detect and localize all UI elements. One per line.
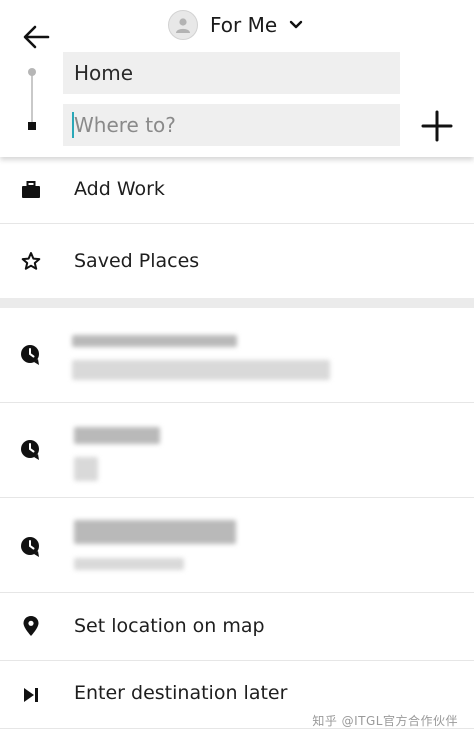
recent-place-address xyxy=(72,360,330,380)
recent-place-title xyxy=(72,335,237,347)
history-clock-icon xyxy=(20,536,42,558)
history-clock-icon xyxy=(20,344,42,366)
recent-place-title xyxy=(74,520,236,544)
text-cursor xyxy=(72,112,74,138)
set-location-on-map-label: Set location on map xyxy=(74,615,265,637)
chevron-down-icon xyxy=(289,20,303,29)
pickup-value: Home xyxy=(74,61,134,85)
add-stop-icon[interactable] xyxy=(420,109,454,143)
recent-place-row[interactable] xyxy=(0,403,474,497)
map-pin-icon xyxy=(20,615,42,637)
set-location-on-map-row[interactable]: Set location on map xyxy=(0,593,474,660)
rider-selector[interactable]: For Me xyxy=(168,8,303,42)
destination-square-icon xyxy=(28,122,36,130)
recent-place-row[interactable] xyxy=(0,498,474,592)
destination-field[interactable] xyxy=(63,104,400,146)
header: For Me Home xyxy=(0,0,474,157)
enter-destination-later-label: Enter destination later xyxy=(74,682,288,704)
recent-place-address xyxy=(74,558,184,570)
add-work-label: Add Work xyxy=(74,178,165,200)
rider-label: For Me xyxy=(210,13,278,37)
star-icon xyxy=(20,250,42,272)
recent-place-address xyxy=(74,457,98,481)
pickup-field[interactable]: Home xyxy=(63,52,400,94)
history-clock-icon xyxy=(20,439,42,461)
back-arrow-icon[interactable] xyxy=(20,22,52,52)
pickup-dot-icon xyxy=(28,68,36,76)
destination-input[interactable] xyxy=(74,104,400,146)
saved-places-label: Saved Places xyxy=(74,250,200,272)
saved-places-row[interactable]: Saved Places xyxy=(0,224,474,298)
add-work-row[interactable]: Add Work xyxy=(0,157,474,223)
watermark: 知乎 @ITGL官方合作伙伴 xyxy=(312,714,458,728)
skip-forward-icon xyxy=(20,684,42,706)
route-line xyxy=(31,70,33,126)
avatar-icon xyxy=(168,10,198,40)
section-separator xyxy=(0,298,474,308)
briefcase-icon xyxy=(20,179,42,201)
recent-place-title xyxy=(74,427,160,444)
recent-place-row[interactable] xyxy=(0,308,474,402)
